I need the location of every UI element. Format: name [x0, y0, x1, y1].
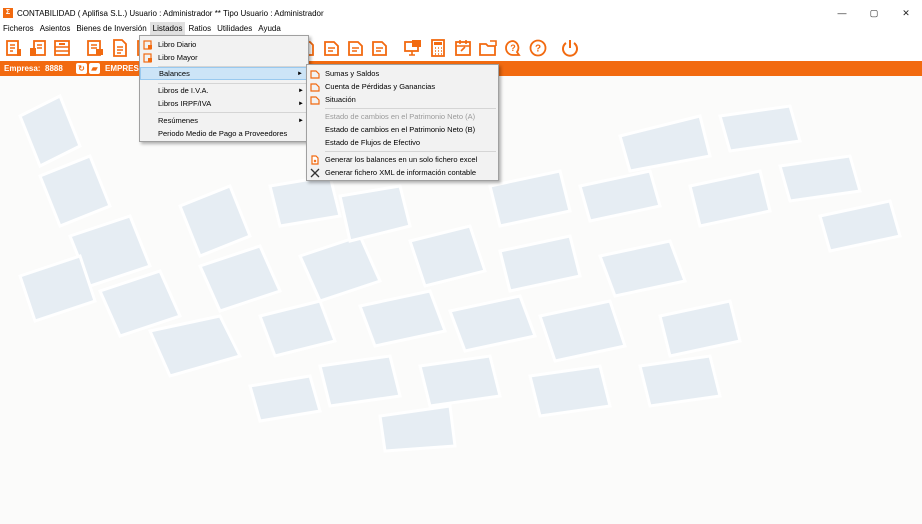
menu-separator [158, 112, 306, 113]
menu-asientos[interactable]: Asientos [37, 22, 74, 35]
power-icon[interactable] [560, 38, 580, 58]
menu-item-patrimonio-a: Estado de cambios en el Patrimonio Neto … [325, 112, 476, 121]
chevron-right-icon: ► [298, 100, 304, 107]
menu-ratios[interactable]: Ratios [185, 22, 214, 35]
menu-ayuda[interactable]: Ayuda [255, 22, 284, 35]
monitor-icon[interactable] [403, 38, 423, 58]
menu-item-libros-irpf-iva[interactable]: Libros IRPF/IVA ► [140, 97, 308, 110]
menu-bienes-inversion[interactable]: Bienes de Inversión [73, 22, 149, 35]
menu-item-periodo-medio-pago[interactable]: Periodo Medio de Pago a Proveedores [140, 127, 308, 140]
journal-icon[interactable] [28, 38, 48, 58]
menu-item-libro-diario[interactable]: Libro Diario [140, 38, 308, 51]
app-icon[interactable]: Σ [3, 8, 13, 18]
balances-submenu: Sumas y Saldos Cuenta de Pérdidas y Gana… [306, 64, 499, 181]
menu-item-libros-iva[interactable]: Libros de I.V.A. ► [140, 84, 308, 97]
folders-icon[interactable] [478, 38, 498, 58]
chevron-right-icon: ► [298, 87, 304, 94]
book-icon [143, 52, 153, 63]
balance-icon[interactable] [370, 38, 390, 58]
menu-item-perdidas-ganancias[interactable]: Cuenta de Pérdidas y Ganancias [307, 80, 498, 93]
chevron-right-icon: ► [298, 117, 304, 124]
menu-item-situacion[interactable]: Situación [307, 93, 498, 106]
balance-icon[interactable] [322, 38, 342, 58]
menu-item-flujos-efectivo[interactable]: Estado de Flujos de Efectivo [307, 136, 498, 149]
excel-icon [310, 154, 320, 165]
accounts-icon[interactable] [85, 38, 105, 58]
balance-icon [310, 95, 320, 105]
menu-item-generar-excel[interactable]: Generar los balances en un solo fichero … [307, 153, 498, 166]
ledger-icon[interactable] [4, 38, 24, 58]
help-icon[interactable]: ? [528, 38, 548, 58]
menu-item-balances[interactable]: Balances ► [140, 67, 308, 80]
menu-listados[interactable]: Listados [149, 22, 186, 35]
menu-item-generar-xml[interactable]: Generar fichero XML de información conta… [307, 166, 498, 179]
calendar-icon[interactable] [453, 38, 473, 58]
empresa-label: Empresa: [4, 64, 41, 73]
menu-item-resumenes[interactable]: Resúmenes ► [140, 114, 308, 127]
xml-icon [310, 168, 320, 178]
svg-text:?: ? [535, 44, 541, 55]
menu-item-patrimonio-b[interactable]: Estado de cambios en el Patrimonio Neto … [307, 123, 498, 136]
menu-separator [325, 108, 496, 109]
print-icon[interactable] [52, 38, 72, 58]
balance-icon[interactable] [346, 38, 366, 58]
svg-text:?: ? [510, 43, 516, 53]
listados-menu: Libro Diario Libro Mayor Balances ► Libr… [139, 35, 309, 142]
document-icon[interactable] [110, 38, 130, 58]
menu-ficheros[interactable]: Ficheros [0, 22, 37, 35]
help-chat-icon[interactable]: ? [503, 38, 523, 58]
window-title: CONTABILIDAD ( Aplifisa S.L.) Usuario : … [17, 8, 324, 18]
menu-bar: Ficheros Asientos Bienes de Inversión Li… [0, 22, 922, 35]
balance-icon [310, 82, 320, 92]
chevron-right-icon: ► [297, 70, 303, 77]
folder-icon[interactable]: ▰ [89, 63, 100, 74]
refresh-icon[interactable]: ↻ [76, 63, 87, 74]
menu-item-sumas-saldos[interactable]: Sumas y Saldos [307, 67, 498, 80]
empresa-code: 8888 [45, 64, 63, 73]
menu-utilidades[interactable]: Utilidades [214, 22, 255, 35]
balance-icon [310, 69, 320, 79]
menu-item-libro-mayor[interactable]: Libro Mayor [140, 51, 308, 64]
book-icon [143, 39, 153, 50]
menu-separator [325, 151, 496, 152]
calculator-icon[interactable] [428, 38, 448, 58]
